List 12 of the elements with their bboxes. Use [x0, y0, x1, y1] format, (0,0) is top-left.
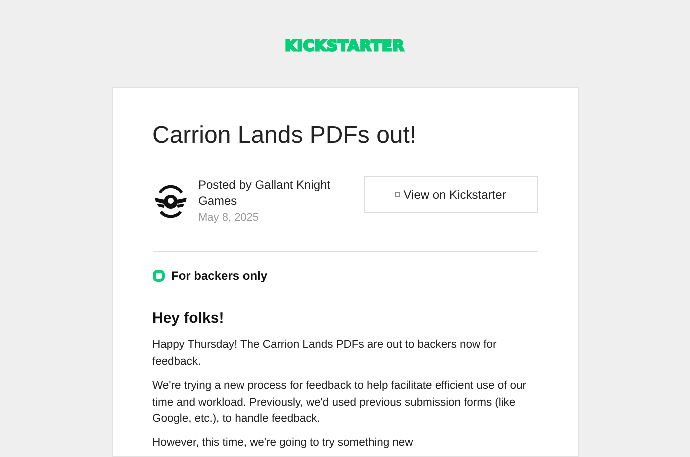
body-paragraph: We're trying a new process for feedback to help facilitate efficient use of our time and workload. Previously, we'd used previous submission forms (like Google, etc.), to handle feedback. — [152, 379, 528, 427]
body-paragraph: Happy Thursday! The Carrion Lands PDFs are out to backers now for feedback. — [152, 338, 498, 370]
post-date: May 8, 2025 — [198, 211, 260, 226]
view-on-kickstarter-button[interactable]: View on Kickstarter — [364, 176, 538, 213]
image-placeholder-icon — [394, 192, 400, 197]
backers-badge-icon — [152, 270, 164, 282]
post-heading: Hey folks! — [152, 309, 226, 329]
body-paragraph: However, this time, we're going to try something new — [152, 436, 414, 450]
post-title: Carrion Lands PDFs out! — [152, 121, 418, 151]
emblem-icon — [152, 184, 188, 220]
audience-label: For backers only — [172, 269, 268, 283]
author-name: Posted by Gallant Knight Games — [198, 177, 332, 209]
